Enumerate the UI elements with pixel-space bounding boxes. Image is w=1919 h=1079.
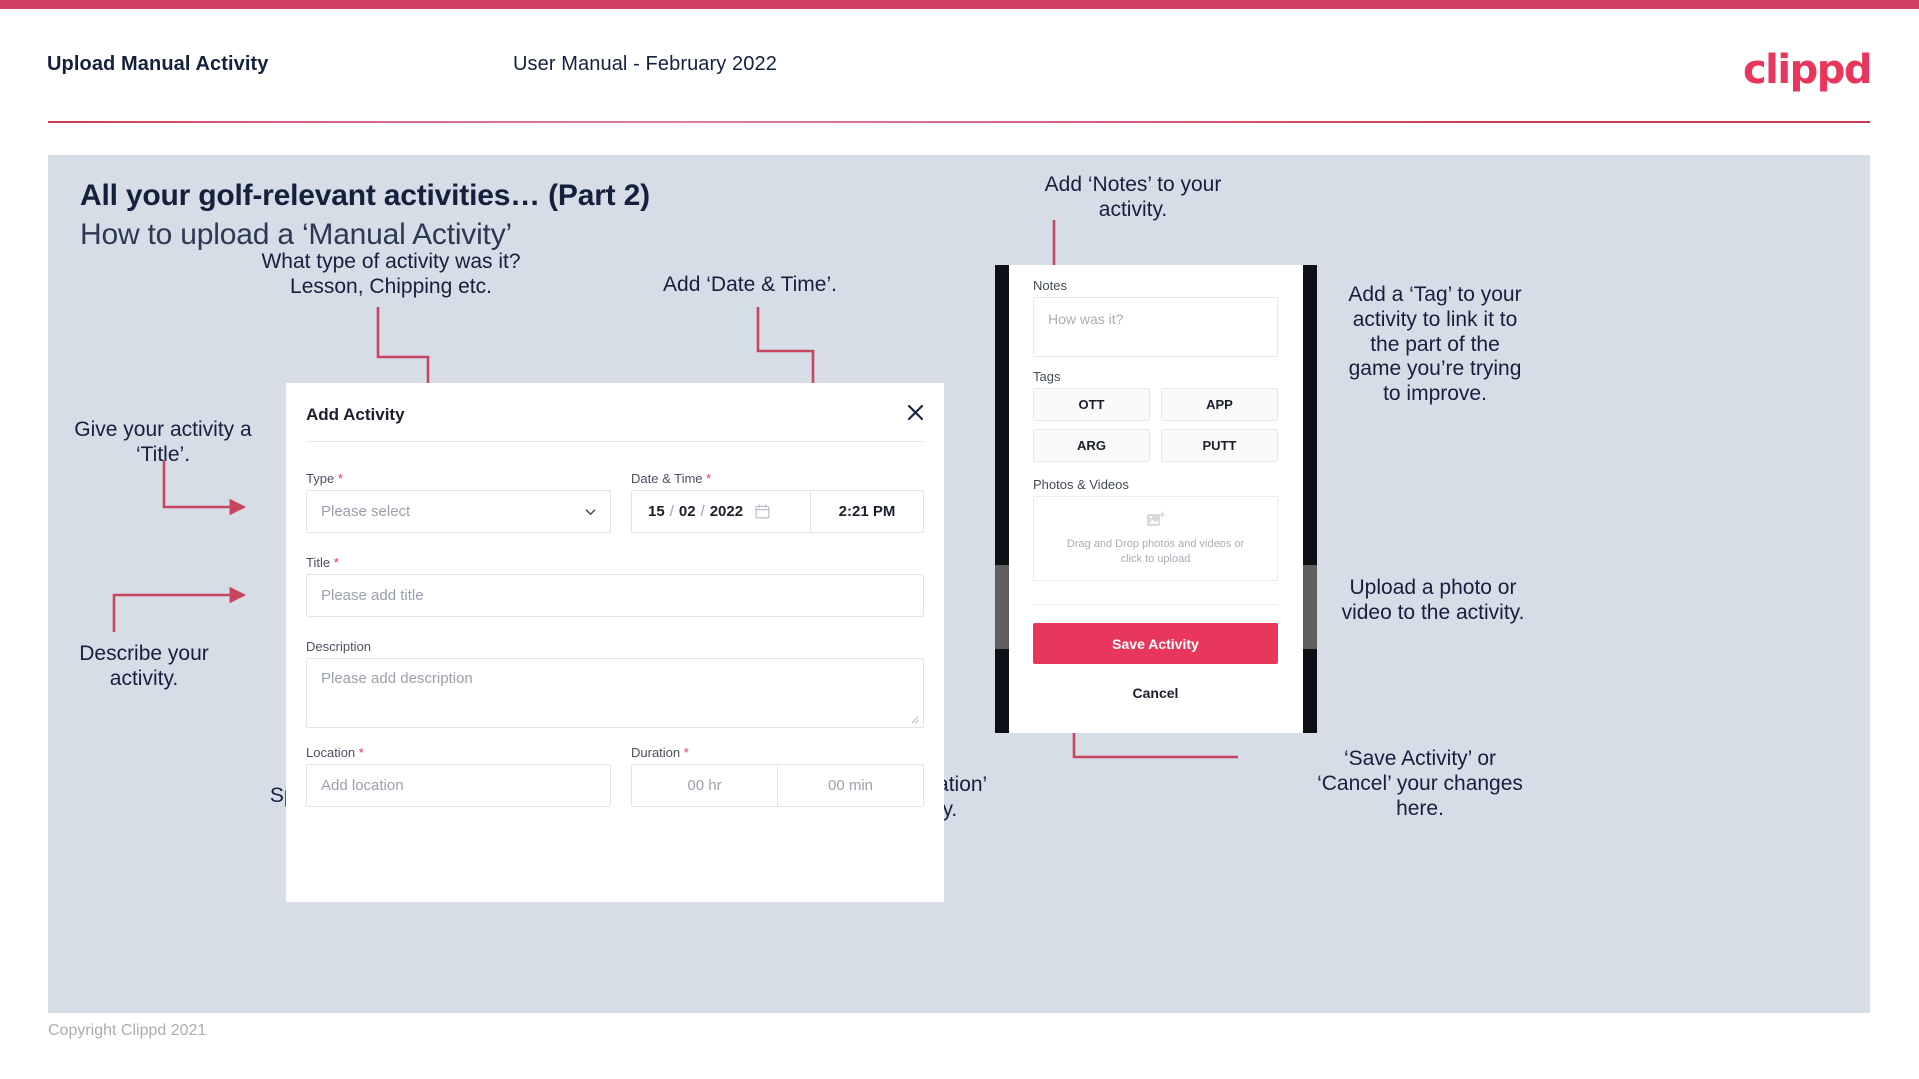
date-sep-1: / [669,503,674,520]
annotation-save-cancel: ‘Save Activity’ or ‘Cancel’ your changes… [1317,747,1523,820]
location-label: Location * [306,745,364,760]
date-input[interactable]: 15 / 02 / 2022 [632,491,810,532]
description-label: Description [306,639,371,654]
resize-handle-icon[interactable] [909,714,919,724]
datetime-label-text: Date & Time [631,471,703,486]
time-value: 2:21 PM [838,503,896,520]
photos-videos-label: Photos & Videos [1033,477,1129,492]
add-activity-dialog: Add Activity Type * Please select Date &… [286,383,944,902]
header-left-title: Upload Manual Activity [47,53,269,75]
location-required-mark: * [358,745,364,760]
type-placeholder: Please select [321,503,411,520]
dialog-divider [306,441,924,442]
notes-placeholder: How was it? [1048,311,1124,327]
type-required-mark: * [337,471,343,486]
copyright-text: Copyright Clippd 2021 [48,1022,207,1039]
tag-arg[interactable]: ARG [1033,429,1150,462]
annotation-description: Describe your activity. [79,642,209,690]
duration-label-text: Duration [631,745,681,760]
phone-mockup: Notes How was it? Tags OTT APP ARG PUTT … [995,265,1317,733]
date-year: 2022 [709,503,744,520]
tag-putt[interactable]: PUTT [1161,429,1278,462]
location-placeholder: Add location [321,777,404,794]
header-center-title: User Manual - February 2022 [513,53,777,75]
datetime-required-mark: * [706,471,712,486]
notes-textarea[interactable]: How was it? [1033,297,1278,357]
upload-dropzone[interactable]: Drag and Drop photos and videos or click… [1033,496,1278,581]
duration-hours-value: 00 hr [687,777,722,794]
date-day: 15 [648,503,665,520]
phone-divider [1033,604,1278,605]
type-label-text: Type [306,471,335,486]
time-input[interactable]: 2:21 PM [811,491,923,532]
title-label-text: Title [306,555,331,570]
type-label: Type * [306,471,343,486]
duration-minutes-input[interactable]: 00 min [778,765,923,806]
header-divider [48,121,1870,123]
annotation-tags: Add a ‘Tag’ to your activity to link it … [1348,283,1522,406]
location-label-text: Location [306,745,356,760]
calendar-icon[interactable] [755,504,770,519]
annotation-notes: Add ‘Notes’ to your activity. [1044,173,1222,221]
title-required-mark: * [333,555,339,570]
title-placeholder: Please add title [321,587,424,604]
slide-title-bold: All your golf-relevant activities… (Part… [80,179,650,212]
duration-minutes-value: 00 min [827,777,874,794]
phone-bezel-right [1303,265,1317,733]
tag-app[interactable]: APP [1161,388,1278,421]
upload-dropzone-text: Drag and Drop photos and videos or click… [1066,538,1245,565]
description-placeholder: Please add description [321,670,473,687]
title-label: Title * [306,555,339,570]
description-textarea[interactable]: Please add description [306,658,924,728]
tags-label: Tags [1033,369,1061,384]
date-month: 02 [678,503,696,520]
top-accent-bar [0,0,1919,9]
duration-label: Duration * [631,745,689,760]
add-image-icon [1146,511,1165,527]
dialog-title: Add Activity [306,405,405,424]
phone-button-left[interactable] [995,565,1009,649]
location-input[interactable]: Add location [306,764,611,807]
annotation-type: What type of activity was it? Lesson, Ch… [261,250,521,298]
duration-group: 00 hr 00 min [631,764,924,807]
close-icon[interactable] [902,399,928,425]
annotation-upload: Upload a photo or video to the activity. [1341,576,1525,624]
slide-body: All your golf-relevant activities… (Part… [48,155,1870,1013]
datetime-label: Date & Time * [631,471,711,486]
title-input[interactable]: Please add title [306,574,924,617]
phone-screen: Notes How was it? Tags OTT APP ARG PUTT … [1009,265,1303,733]
phone-button-right[interactable] [1303,565,1317,649]
description-label-text: Description [306,639,372,654]
save-activity-button[interactable]: Save Activity [1033,623,1278,664]
annotation-title: Give your activity a ‘Title’. [74,418,252,466]
phone-bezel-left [995,265,1009,733]
chevron-down-icon [585,508,596,515]
page-header: Upload Manual Activity User Manual - Feb… [0,9,1919,122]
tag-ott[interactable]: OTT [1033,388,1150,421]
notes-label: Notes [1033,278,1067,293]
cancel-button[interactable]: Cancel [1033,675,1278,711]
slide-title-regular: How to upload a ‘Manual Activity’ [80,218,512,251]
type-select[interactable]: Please select [306,490,611,533]
date-sep-2: / [700,503,705,520]
datetime-group: 15 / 02 / 2022 2:21 PM [631,490,924,533]
clippd-logo: clippd [1742,47,1873,93]
annotation-datetime: Add ‘Date & Time’. [663,273,837,296]
duration-required-mark: * [683,745,689,760]
duration-hours-input[interactable]: 00 hr [632,765,777,806]
